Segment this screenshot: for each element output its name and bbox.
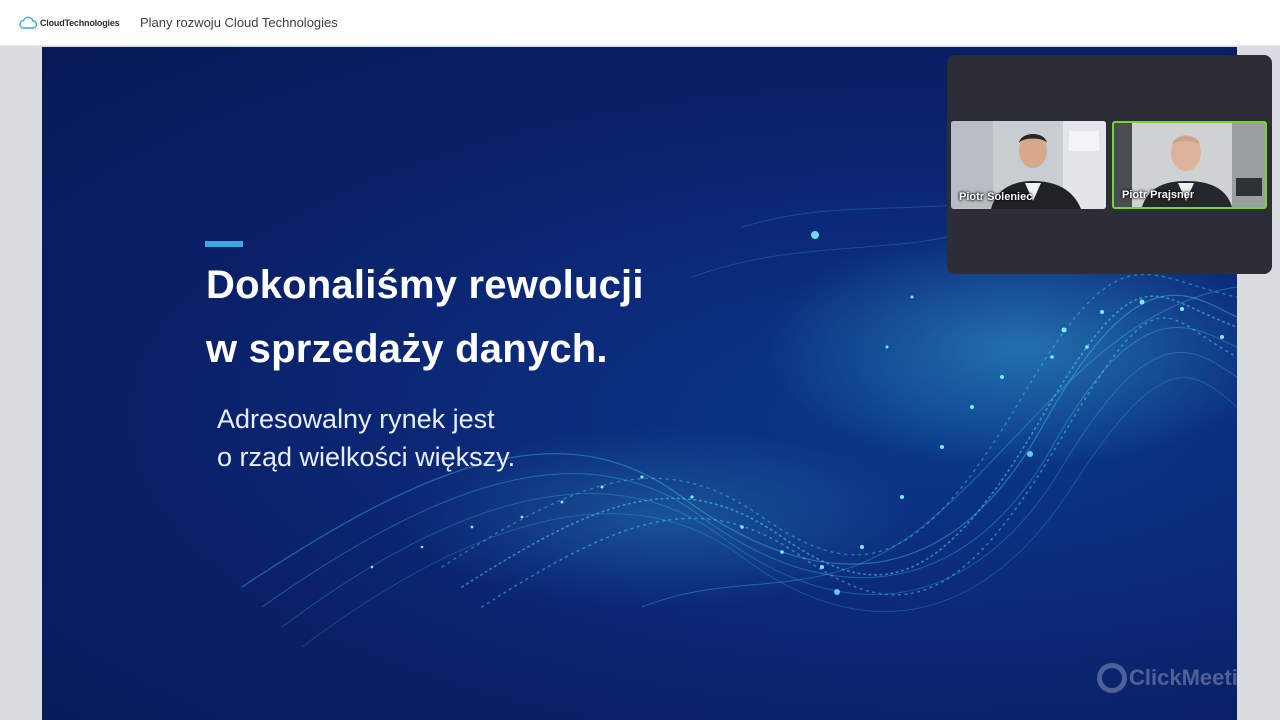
slide-headline: Dokonaliśmy rewolucji w sprzedaży danych… (206, 253, 644, 381)
headline-line-2: w sprzedaży danych. (206, 327, 608, 371)
watermark-text: ClickMeeting (1129, 665, 1237, 690)
video-panel[interactable]: Piotr Soleniec Piotr Prajsner (947, 55, 1272, 274)
cloudtechnologies-logo: CloudTechnologies (18, 16, 128, 30)
top-bar: CloudTechnologies Plany rozwoju Cloud Te… (0, 0, 1280, 46)
slide-subtitle: Adresowalny rynek jest o rząd wielkości … (217, 400, 515, 476)
participant-name: Piotr Prajsner (1122, 189, 1195, 201)
subtitle-line-2: o rząd wielkości większy. (217, 442, 516, 472)
subtitle-line-1: Adresowalny rynek jest (217, 404, 495, 434)
accent-bar (205, 241, 243, 247)
logo-text: CloudTechnologies (40, 17, 120, 28)
participant-tile-1[interactable]: Piotr Soleniec (951, 121, 1106, 209)
clickmeeting-logo-icon (1097, 663, 1127, 693)
cloud-icon (19, 16, 38, 29)
headline-line-1: Dokonaliśmy rewolucji (206, 263, 644, 307)
clickmeeting-watermark: ClickMeeting (1097, 663, 1237, 693)
participant-name: Piotr Soleniec (959, 191, 1033, 203)
webinar-title: Plany rozwoju Cloud Technologies (140, 15, 338, 30)
participant-tile-2-active-speaker[interactable]: Piotr Prajsner (1112, 121, 1267, 209)
